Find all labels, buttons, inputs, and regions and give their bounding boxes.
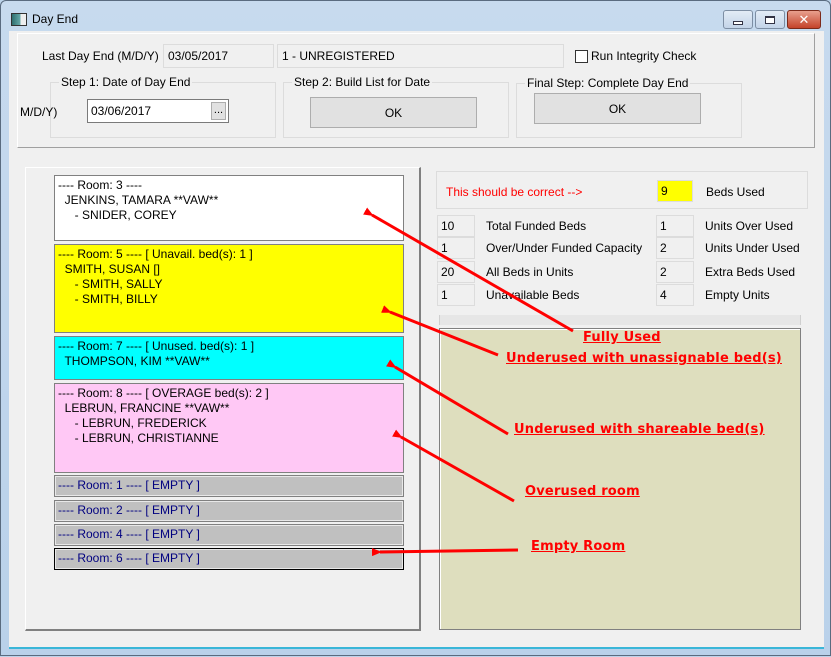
stat-label: Units Over Used — [705, 219, 794, 233]
stat-value: 10 — [437, 215, 475, 237]
room-item-overage[interactable]: ---- Room: 8 ---- [ OVERAGE bed(s): 2 ] … — [54, 383, 404, 473]
stat-label: Total Funded Beds — [486, 219, 587, 233]
registration-status: 1 - UNREGISTERED — [277, 44, 564, 68]
top-panel: Last Day End (M/D/Y) 03/05/2017 1 - UNRE… — [17, 33, 815, 148]
run-integrity-check-checkbox[interactable] — [575, 50, 588, 63]
stat-label: Units Under Used — [705, 241, 800, 255]
room-header: ---- Room: 6 ---- [ EMPTY ] — [58, 551, 200, 565]
room-item-unused[interactable]: ---- Room: 7 ---- [ Unused. bed(s): 1 ] … — [54, 336, 404, 380]
room-list-panel: ---- Room: 3 ---- JENKINS, TAMARA **VAW*… — [25, 167, 421, 631]
annotation-empty-room: Empty Room — [531, 539, 626, 554]
day-end-date-value: 03/06/2017 — [91, 104, 152, 118]
step2-title: Step 2: Build List for Date — [292, 75, 433, 89]
complete-day-end-ok-button[interactable]: OK — [534, 93, 701, 124]
stat-value: 20 — [437, 261, 475, 283]
stat-value: 2 — [656, 261, 694, 283]
stat-label: Unavailable Beds — [486, 288, 580, 302]
app-window-icon — [11, 13, 27, 26]
build-list-ok-button[interactable]: OK — [310, 97, 477, 128]
beds-used-value: 9 — [657, 180, 693, 202]
date-picker-button[interactable]: ... — [211, 102, 226, 120]
minimize-icon — [733, 20, 743, 25]
date-format-label: (M/D/Y) — [16, 105, 58, 119]
day-end-date-input[interactable]: 03/06/2017 ... — [87, 99, 229, 123]
annotation-overused-room: Overused room — [525, 484, 640, 499]
maximize-icon — [765, 15, 775, 24]
day-end-window: Day End ✕ Last Day End (M/D/Y) 03/05/201… — [0, 0, 831, 656]
room-header: ---- Room: 5 ---- [ Unavail. bed(s): 1 ] — [58, 247, 253, 261]
annotation-underused-unassignable: Underused with unassignable bed(s) — [506, 351, 782, 366]
stat-value: 2 — [656, 237, 694, 259]
last-day-end-value: 03/05/2017 — [163, 44, 274, 68]
room-occupant: - SMITH, SALLY — [58, 277, 163, 291]
stat-value: 1 — [437, 237, 475, 259]
room-header: ---- Room: 2 ---- [ EMPTY ] — [58, 503, 200, 517]
client-area: Last Day End (M/D/Y) 03/05/2017 1 - UNRE… — [9, 31, 824, 649]
close-button[interactable]: ✕ — [787, 10, 821, 29]
stat-value: 1 — [437, 284, 475, 306]
notes-header-bar — [439, 315, 801, 325]
step1-title: Step 1: Date of Day End — [59, 75, 193, 89]
title-bar[interactable]: Day End ✕ — [1, 1, 830, 31]
room-item-empty[interactable]: ---- Room: 1 ---- [ EMPTY ] — [54, 475, 404, 497]
room-occupant: JENKINS, TAMARA **VAW** — [58, 193, 219, 207]
stat-value: 1 — [656, 215, 694, 237]
correctness-hint: This should be correct --> — [446, 185, 583, 199]
annotation-underused-shareable: Underused with shareable bed(s) — [514, 422, 765, 437]
room-item-fully-used[interactable]: ---- Room: 3 ---- JENKINS, TAMARA **VAW*… — [54, 175, 404, 241]
room-item-empty[interactable]: ---- Room: 2 ---- [ EMPTY ] — [54, 500, 404, 522]
room-header: ---- Room: 8 ---- [ OVERAGE bed(s): 2 ] — [58, 386, 269, 400]
room-item-empty[interactable]: ---- Room: 6 ---- [ EMPTY ] — [54, 548, 404, 570]
room-occupant: - SMITH, BILLY — [58, 292, 158, 306]
room-occupant: SMITH, SUSAN [] — [58, 262, 161, 276]
room-occupant: THOMPSON, KIM **VAW** — [58, 354, 210, 368]
room-item-empty[interactable]: ---- Room: 4 ---- [ EMPTY ] — [54, 524, 404, 546]
room-header: ---- Room: 4 ---- [ EMPTY ] — [58, 527, 200, 541]
room-occupant: LEBRUN, FRANCINE **VAW** — [58, 401, 230, 415]
beds-used-label: Beds Used — [706, 185, 765, 199]
room-occupant: - LEBRUN, CHRISTIANNE — [58, 431, 219, 445]
last-day-end-label: Last Day End (M/D/Y) — [42, 49, 159, 63]
minimize-button[interactable] — [723, 10, 753, 29]
stat-label: All Beds in Units — [486, 265, 574, 279]
maximize-button[interactable] — [755, 10, 785, 29]
stat-label: Over/Under Funded Capacity — [486, 241, 643, 255]
annotation-fully-used: Fully Used — [583, 330, 661, 345]
room-item-unavailable[interactable]: ---- Room: 5 ---- [ Unavail. bed(s): 1 ]… — [54, 244, 404, 333]
beds-used-panel: This should be correct --> 9 Beds Used — [436, 171, 808, 209]
close-icon: ✕ — [798, 12, 810, 27]
stat-value: 4 — [656, 284, 694, 306]
room-occupant: - SNIDER, COREY — [58, 208, 177, 222]
stat-label: Empty Units — [705, 288, 770, 302]
room-header: ---- Room: 1 ---- [ EMPTY ] — [58, 478, 200, 492]
final-step-title: Final Step: Complete Day End — [525, 76, 691, 90]
room-header: ---- Room: 3 ---- — [58, 178, 142, 192]
room-header: ---- Room: 7 ---- [ Unused. bed(s): 1 ] — [58, 339, 255, 353]
stat-label: Extra Beds Used — [705, 265, 796, 279]
run-integrity-check-label[interactable]: Run Integrity Check — [591, 49, 696, 63]
window-title: Day End — [32, 12, 79, 26]
notes-area[interactable] — [439, 328, 801, 630]
room-occupant: - LEBRUN, FREDERICK — [58, 416, 207, 430]
